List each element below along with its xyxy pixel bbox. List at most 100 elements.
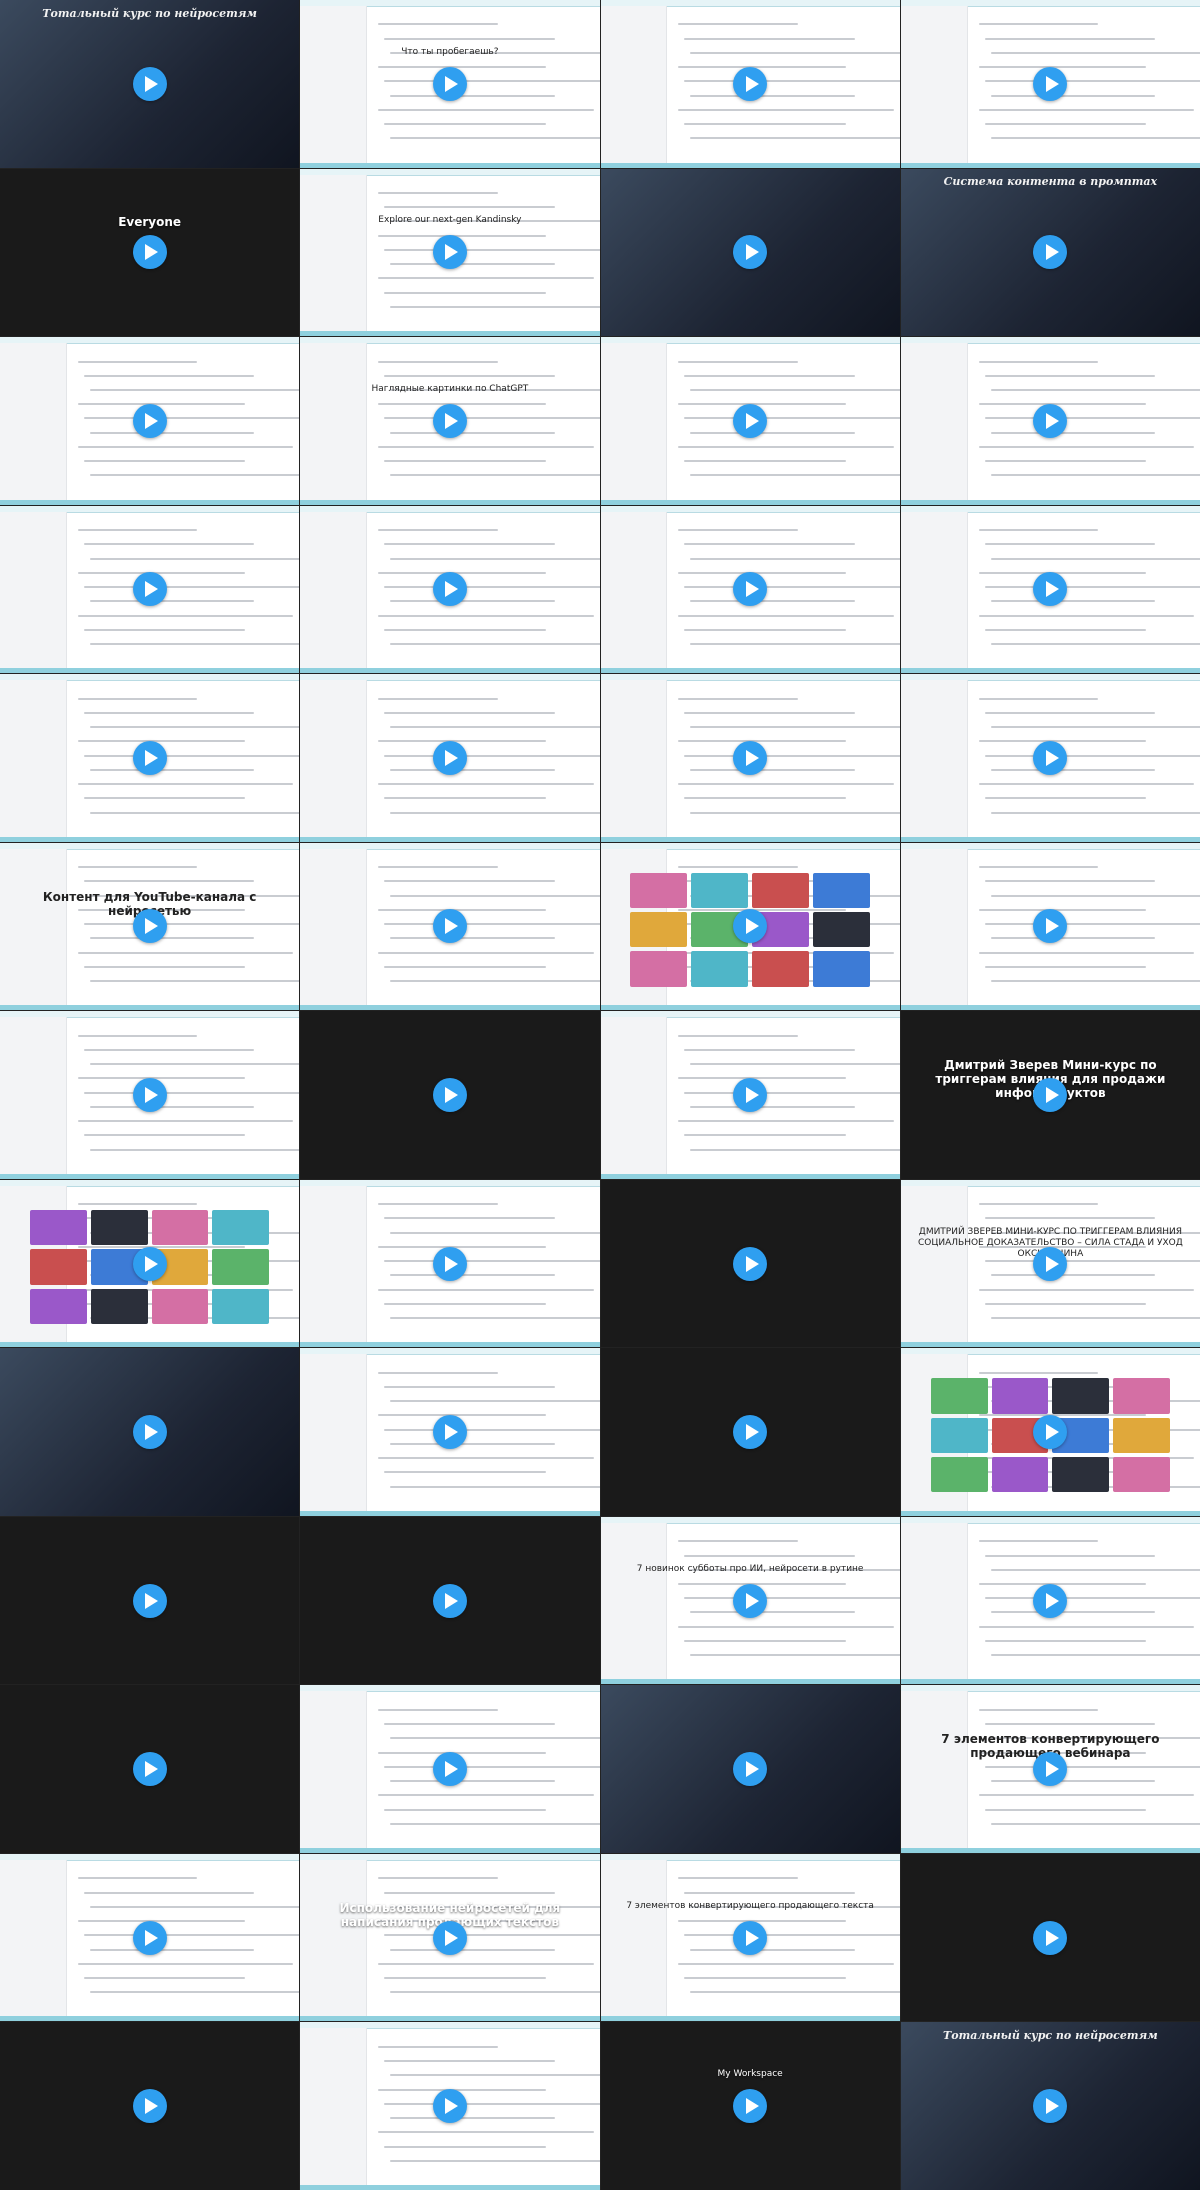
- video-tile-20[interactable]: [900, 674, 1200, 842]
- image-thumbnail[interactable]: [991, 1378, 1049, 1414]
- play-button[interactable]: [733, 2089, 768, 2124]
- video-tile-2[interactable]: Что ты пробегаешь?: [300, 0, 600, 168]
- image-thumbnail[interactable]: [812, 951, 870, 987]
- play-button[interactable]: [432, 740, 467, 775]
- video-tile-24[interactable]: [900, 842, 1200, 1011]
- play-button[interactable]: [132, 572, 167, 607]
- play-button[interactable]: [132, 909, 167, 944]
- image-thumbnail[interactable]: [212, 1288, 270, 1324]
- image-thumbnail[interactable]: [691, 872, 749, 909]
- play-button[interactable]: [132, 66, 167, 101]
- play-button[interactable]: [132, 235, 167, 270]
- play-button[interactable]: [733, 1752, 768, 1787]
- video-tile-11[interactable]: [600, 337, 900, 505]
- video-tile-50[interactable]: [300, 2022, 600, 2190]
- play-button[interactable]: [1033, 66, 1068, 101]
- video-tile-28[interactable]: Дмитрий Зверев Мини-курс по триггерам вл…: [900, 1011, 1200, 1179]
- image-thumbnail[interactable]: [930, 1457, 988, 1493]
- play-button[interactable]: [132, 1246, 167, 1281]
- video-tile-5[interactable]: Everyone: [0, 168, 300, 337]
- play-button[interactable]: [1033, 2089, 1068, 2124]
- play-button[interactable]: [733, 1583, 768, 1618]
- video-tile-27[interactable]: [600, 1011, 900, 1179]
- play-button[interactable]: [432, 1920, 467, 1955]
- play-button[interactable]: [132, 1920, 167, 1955]
- play-button[interactable]: [432, 403, 467, 438]
- image-thumbnail[interactable]: [812, 912, 870, 948]
- video-tile-46[interactable]: Использование нейросетей для написания п…: [300, 1853, 600, 2022]
- play-button[interactable]: [432, 2089, 467, 2124]
- video-tile-40[interactable]: [900, 1516, 1200, 1685]
- video-tile-51[interactable]: My Workspace: [600, 2022, 900, 2190]
- image-thumbnail[interactable]: [1052, 1378, 1110, 1414]
- video-tile-47[interactable]: 7 элементов конвертирующего продающего т…: [600, 1853, 900, 2022]
- video-tile-48[interactable]: [900, 1853, 1200, 2022]
- image-thumbnail[interactable]: [151, 1288, 209, 1324]
- image-thumbnail[interactable]: [151, 1209, 209, 1246]
- play-button[interactable]: [432, 1415, 467, 1450]
- image-thumbnail[interactable]: [1052, 1457, 1110, 1493]
- video-tile-4[interactable]: [900, 0, 1200, 168]
- play-button[interactable]: [432, 1077, 467, 1112]
- play-button[interactable]: [432, 235, 467, 270]
- image-thumbnail[interactable]: [29, 1249, 87, 1285]
- play-button[interactable]: [132, 2089, 167, 2124]
- play-button[interactable]: [733, 403, 768, 438]
- play-button[interactable]: [432, 1246, 467, 1281]
- play-button[interactable]: [132, 403, 167, 438]
- video-tile-9[interactable]: [0, 337, 300, 505]
- image-thumbnail[interactable]: [812, 872, 870, 909]
- video-tile-34[interactable]: [300, 1348, 600, 1516]
- image-thumbnail[interactable]: [691, 951, 749, 987]
- play-button[interactable]: [1033, 1246, 1068, 1281]
- video-tile-36[interactable]: [900, 1348, 1200, 1516]
- video-tile-35[interactable]: [600, 1348, 900, 1516]
- play-button[interactable]: [132, 740, 167, 775]
- video-tile-22[interactable]: [300, 842, 600, 1011]
- image-thumbnail[interactable]: [90, 1209, 148, 1246]
- image-thumbnail[interactable]: [930, 1378, 988, 1414]
- play-button[interactable]: [1033, 1077, 1068, 1112]
- video-tile-14[interactable]: [300, 505, 600, 674]
- play-button[interactable]: [132, 1583, 167, 1618]
- video-tile-44[interactable]: 7 элементов конвертирующего продающего в…: [900, 1685, 1200, 1853]
- play-button[interactable]: [1033, 403, 1068, 438]
- video-tile-39[interactable]: 7 новинок субботы про ИИ, нейросети в ру…: [600, 1516, 900, 1685]
- video-tile-31[interactable]: [600, 1179, 900, 1348]
- image-thumbnail[interactable]: [212, 1209, 270, 1246]
- video-tile-8[interactable]: Система контента в промптах: [900, 168, 1200, 337]
- video-tile-29[interactable]: [0, 1179, 300, 1348]
- video-tile-7[interactable]: [600, 168, 900, 337]
- image-thumbnail[interactable]: [90, 1288, 148, 1324]
- play-button[interactable]: [1033, 1920, 1068, 1955]
- video-tile-45[interactable]: [0, 1853, 300, 2022]
- play-button[interactable]: [733, 235, 768, 270]
- image-thumbnail[interactable]: [1113, 1457, 1171, 1493]
- play-button[interactable]: [432, 1752, 467, 1787]
- play-button[interactable]: [132, 1752, 167, 1787]
- video-tile-33[interactable]: [0, 1348, 300, 1516]
- video-tile-30[interactable]: [300, 1179, 600, 1348]
- video-tile-49[interactable]: [0, 2022, 300, 2190]
- play-button[interactable]: [733, 1920, 768, 1955]
- video-tile-37[interactable]: [0, 1516, 300, 1685]
- image-thumbnail[interactable]: [752, 872, 809, 909]
- image-thumbnail[interactable]: [930, 1417, 988, 1454]
- video-tile-23[interactable]: [600, 842, 900, 1011]
- video-tile-38[interactable]: [300, 1516, 600, 1685]
- video-tile-42[interactable]: [300, 1685, 600, 1853]
- video-tile-32[interactable]: ДМИТРИЙ ЗВЕРЕВ МИНИ-КУРС ПО ТРИГГЕРАМ ВЛ…: [900, 1179, 1200, 1348]
- image-thumbnail[interactable]: [1113, 1417, 1171, 1454]
- video-tile-41[interactable]: [0, 1685, 300, 1853]
- video-tile-6[interactable]: Explore our next-gen Kandinsky: [300, 168, 600, 337]
- video-tile-3[interactable]: [600, 0, 900, 168]
- video-tile-1[interactable]: Тотальный курс по нейросетям: [0, 0, 300, 168]
- video-tile-10[interactable]: Наглядные картинки по ChatGPT: [300, 337, 600, 505]
- play-button[interactable]: [733, 66, 768, 101]
- play-button[interactable]: [733, 740, 768, 775]
- play-button[interactable]: [1033, 1583, 1068, 1618]
- video-tile-21[interactable]: Контент для YouTube-канала с нейросетью: [0, 842, 300, 1011]
- image-thumbnail[interactable]: [630, 912, 688, 948]
- video-tile-18[interactable]: [300, 674, 600, 842]
- play-button[interactable]: [132, 1415, 167, 1450]
